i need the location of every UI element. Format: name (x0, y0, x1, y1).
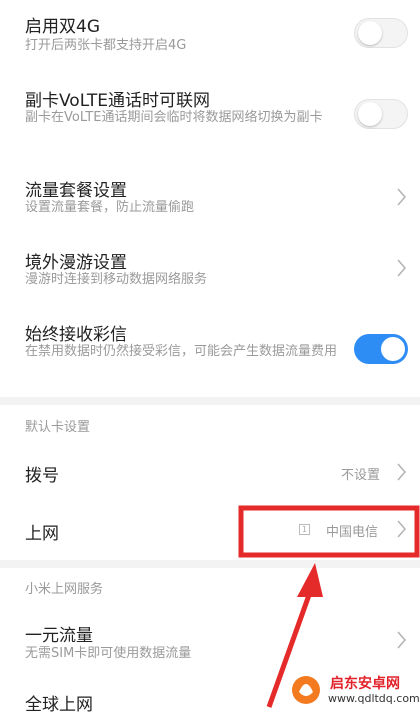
setting-title: 启用双4G (25, 17, 100, 37)
setting-title: 一元流量 (25, 626, 93, 646)
toggle-switch-off[interactable] (354, 18, 408, 48)
setting-title: 上网 (25, 524, 59, 544)
setting-title: 拨号 (25, 466, 59, 486)
setting-dual-4g[interactable]: 启用双4G 打开后两张卡都支持开启4G (0, 0, 420, 68)
section-divider (0, 560, 420, 568)
setting-always-mms[interactable]: 始终接收彩信 在禁用数据时仍然接受彩信，可能会产生数据流量费用 (0, 318, 420, 396)
setting-subtitle: 漫游时连接到移动数据网络服务 (25, 272, 208, 287)
setting-dial[interactable]: 拨号 不设置 (0, 446, 420, 496)
setting-subtitle: 副卡在VoLTE通话期间会临时将数据网络切换为副卡 (25, 110, 323, 125)
watermark-url: www.qdltdq.com (328, 692, 420, 705)
setting-data-plan[interactable]: 流量套餐设置 设置流量套餐，防止流量偷跑 (0, 172, 420, 232)
chevron-right-icon (397, 463, 407, 481)
toggle-knob (381, 337, 405, 361)
watermark-site: 启东安卓网 (330, 676, 400, 692)
toggle-knob (358, 102, 382, 126)
setting-subtitle: 在禁用数据时仍然接受彩信，可能会产生数据流量费用 (25, 344, 338, 359)
setting-subtitle: 打开后两张卡都支持开启4G (25, 38, 187, 53)
chevron-right-icon (397, 188, 407, 206)
setting-one-yuan-data[interactable]: 一元流量 无需SIM卡即可使用数据流量 (0, 615, 420, 667)
setting-subtitle: 设置流量套餐，防止流量偷跑 (25, 200, 195, 215)
setting-value: 不设置 (341, 468, 381, 483)
toggle-switch-off[interactable] (354, 99, 408, 129)
chevron-right-icon (397, 631, 407, 649)
chevron-right-icon (397, 259, 407, 277)
setting-title: 全球上网 (25, 695, 93, 715)
annotation-highlight-box (238, 505, 420, 558)
section-label-mi-service: 小米上网服务 (25, 582, 104, 597)
setting-roaming[interactable]: 境外漫游设置 漫游时连接到移动数据网络服务 (0, 245, 420, 305)
setting-volte-data[interactable]: 副卡VoLTE通话时可联网 副卡在VoLTE通话期间会临时将数据网络切换为副卡 (0, 80, 420, 160)
toggle-knob (358, 21, 382, 45)
section-divider (0, 397, 420, 405)
toggle-switch-on[interactable] (354, 334, 408, 364)
section-label-default-card: 默认卡设置 (25, 420, 91, 435)
